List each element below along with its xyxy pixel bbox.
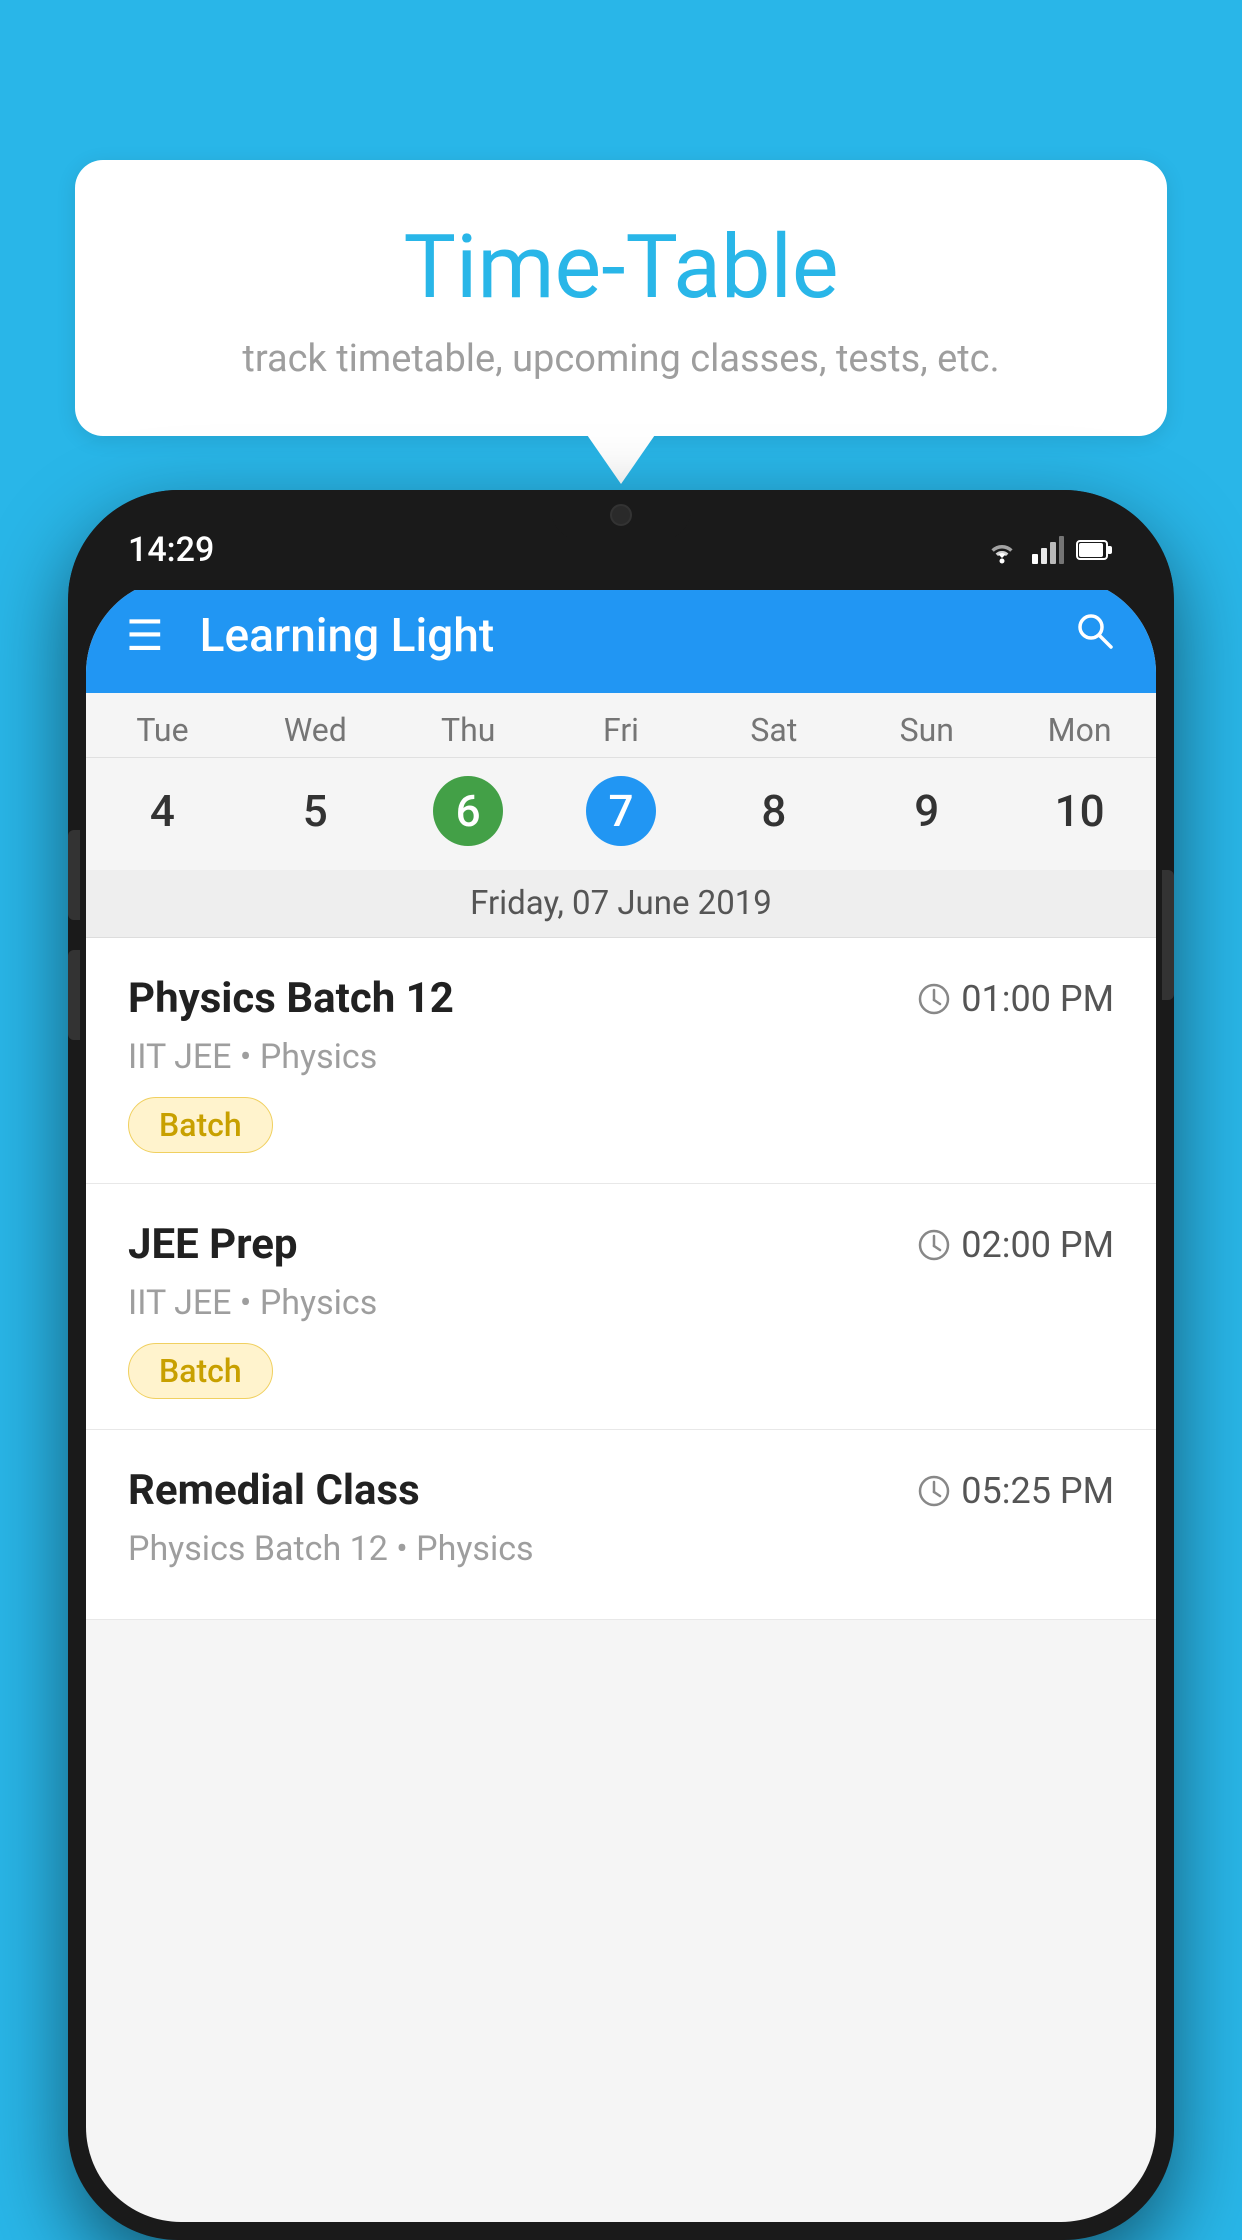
battery-icon: [1076, 539, 1114, 561]
day-8[interactable]: 8: [697, 777, 850, 845]
phone-notch: [551, 490, 691, 540]
day-header-sat[interactable]: Sat: [697, 693, 850, 757]
app-title: Learning Light: [200, 609, 1072, 663]
status-icons: [984, 536, 1114, 564]
volume-up-button[interactable]: [68, 830, 80, 920]
calendar-section: Tue Wed Thu Fri Sat Sun Mon 4 5 6 7 8 9 …: [86, 693, 1156, 938]
class-card-3[interactable]: Remedial Class 05:25 PM Physics Batch 12…: [86, 1430, 1156, 1620]
power-button[interactable]: [1162, 870, 1174, 1000]
day-header-wed[interactable]: Wed: [239, 693, 392, 757]
status-time: 14:29: [128, 530, 214, 570]
class-card-2[interactable]: JEE Prep 02:00 PM IIT JEE • Physics Batc…: [86, 1184, 1156, 1430]
volume-down-button[interactable]: [68, 950, 80, 1040]
day-header-mon[interactable]: Mon: [1003, 693, 1156, 757]
selected-date-label: Friday, 07 June 2019: [86, 870, 1156, 938]
day-4[interactable]: 4: [86, 777, 239, 845]
clock-icon-1: [917, 982, 951, 1016]
class-meta-3: Physics Batch 12 • Physics: [128, 1529, 1114, 1569]
class-name-2: JEE Prep: [128, 1220, 298, 1269]
signal-icon: [1032, 536, 1064, 564]
day-9[interactable]: 9: [850, 777, 1003, 845]
class-card-header-1: Physics Batch 12 01:00 PM: [128, 974, 1114, 1023]
phone-screen: ☰ Learning Light Tue Wed Thu Fri Sat Sun: [86, 578, 1156, 2222]
class-meta-1: IIT JEE • Physics: [128, 1037, 1114, 1077]
day-numbers: 4 5 6 7 8 9 10: [86, 758, 1156, 870]
class-card-header-3: Remedial Class 05:25 PM: [128, 1466, 1114, 1515]
app-header: ☰ Learning Light: [86, 578, 1156, 693]
hamburger-menu-icon[interactable]: ☰: [126, 611, 164, 661]
speech-bubble-container: Time-Table track timetable, upcoming cla…: [75, 160, 1167, 436]
class-card-1[interactable]: Physics Batch 12 01:00 PM IIT JEE • Phys…: [86, 938, 1156, 1184]
day-headers: Tue Wed Thu Fri Sat Sun Mon: [86, 693, 1156, 758]
day-header-thu[interactable]: Thu: [392, 693, 545, 757]
batch-badge-1: Batch: [128, 1097, 273, 1153]
clock-icon-3: [917, 1474, 951, 1508]
day-7[interactable]: 7: [545, 768, 698, 854]
phone-frame: 14:29: [68, 490, 1174, 2240]
day-10[interactable]: 10: [1003, 777, 1156, 845]
scrollable-content[interactable]: Tue Wed Thu Fri Sat Sun Mon 4 5 6 7 8 9 …: [86, 693, 1156, 2222]
search-icon[interactable]: [1072, 608, 1116, 663]
class-time-3: 05:25 PM: [917, 1470, 1114, 1512]
class-meta-2: IIT JEE • Physics: [128, 1283, 1114, 1323]
speech-bubble: Time-Table track timetable, upcoming cla…: [75, 160, 1167, 436]
class-card-header-2: JEE Prep 02:00 PM: [128, 1220, 1114, 1269]
bubble-title: Time-Table: [125, 220, 1117, 317]
day-header-tue[interactable]: Tue: [86, 693, 239, 757]
day-header-sun[interactable]: Sun: [850, 693, 1003, 757]
day-6[interactable]: 6: [392, 768, 545, 854]
class-name-3: Remedial Class: [128, 1466, 420, 1515]
class-name-1: Physics Batch 12: [128, 974, 454, 1023]
wifi-icon: [984, 536, 1020, 564]
day-header-fri[interactable]: Fri: [545, 693, 698, 757]
status-bar: 14:29: [68, 490, 1174, 590]
clock-icon-2: [917, 1228, 951, 1262]
camera: [610, 504, 632, 526]
bubble-subtitle: track timetable, upcoming classes, tests…: [125, 337, 1117, 381]
batch-badge-2: Batch: [128, 1343, 273, 1399]
day-5[interactable]: 5: [239, 777, 392, 845]
class-time-1: 01:00 PM: [917, 978, 1114, 1020]
class-time-2: 02:00 PM: [917, 1224, 1114, 1266]
